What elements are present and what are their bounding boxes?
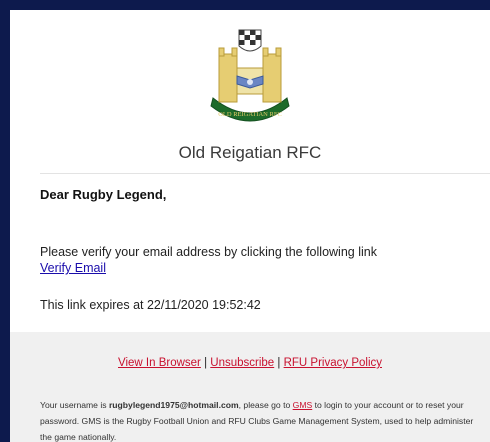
view-in-browser-link[interactable]: View In Browser xyxy=(118,357,201,369)
privacy-policy-link[interactable]: RFU Privacy Policy xyxy=(284,357,382,369)
note-prefix-text: Your username is xyxy=(40,400,109,410)
email-greeting: Dear Rugby Legend, xyxy=(40,187,167,202)
footer-separator: | xyxy=(274,357,284,369)
logo-banner-text: OLD REIGATIAN RFC xyxy=(218,111,282,118)
gms-link[interactable]: GMS xyxy=(293,400,313,410)
note-middle-text: , please go to xyxy=(238,400,293,410)
verify-email-link[interactable]: Verify Email xyxy=(40,261,106,275)
verify-paragraph: Please verify your email address by clic… xyxy=(40,244,377,276)
username-text: rugbylegend1975@hotmail.com xyxy=(108,400,239,410)
club-logo: OLD REIGATIAN RFC xyxy=(10,24,490,134)
header-divider xyxy=(40,173,490,174)
club-crest-icon: OLD REIGATIAN RFC xyxy=(210,29,290,122)
verify-instruction-text: Please verify your email address by clic… xyxy=(40,245,377,259)
username-note: Your username is rugbylegend1975@hotmail… xyxy=(40,397,482,442)
email-frame: OLD REIGATIAN RFC Old Reigatian RFC Dear… xyxy=(10,10,490,442)
unsubscribe-link[interactable]: Unsubscribe xyxy=(210,357,274,369)
link-expiry-text: This link expires at 22/11/2020 19:52:42 xyxy=(40,298,261,312)
club-name-heading: Old Reigatian RFC xyxy=(178,143,322,162)
email-footer: View In Browser | Unsubscribe | RFU Priv… xyxy=(10,332,490,442)
footer-links: View In Browser | Unsubscribe | RFU Priv… xyxy=(10,357,490,369)
footer-separator: | xyxy=(200,357,211,369)
